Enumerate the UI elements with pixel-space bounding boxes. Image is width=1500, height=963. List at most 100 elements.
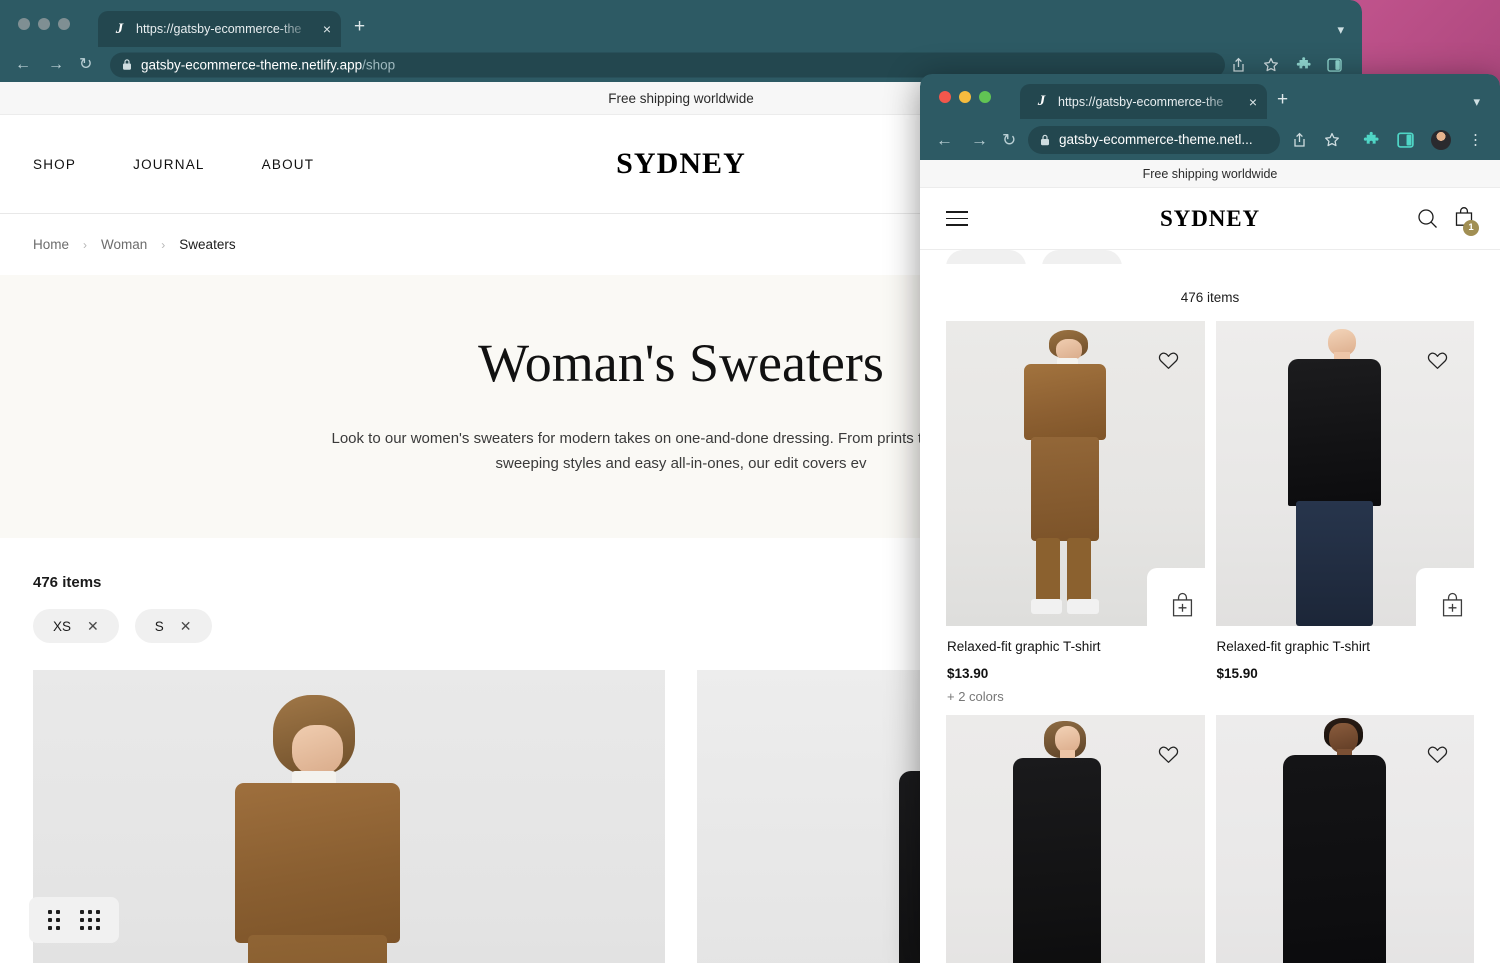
product-name[interactable]: Relaxed-fit graphic T-shirt [1217, 639, 1474, 654]
url-path: /shop [362, 57, 396, 72]
product-card[interactable]: Relaxed-fit graphic T-shirt $13.90 + 2 c… [946, 321, 1205, 704]
add-to-cart-button[interactable] [1416, 568, 1474, 626]
heart-icon[interactable] [1158, 745, 1179, 764]
reload-icon[interactable]: ↻ [79, 56, 92, 73]
close-window-button[interactable] [939, 90, 951, 103]
side-panel-icon[interactable] [1397, 131, 1414, 148]
lock-icon [123, 59, 131, 70]
star-icon[interactable] [1263, 57, 1279, 73]
product-card[interactable]: Relaxed-fit graphic T-shirt $15.90 [1215, 321, 1474, 704]
bag-plus-icon [1172, 592, 1193, 616]
heart-icon[interactable] [1158, 351, 1179, 370]
mobile-toolbar: ← → ↻ gatsby-ecommerce-theme.netl... ⋮ [920, 119, 1500, 160]
letter-j-favicon: J [1037, 93, 1046, 109]
filter-chip-label: XS [53, 618, 72, 634]
breadcrumb-item-woman[interactable]: Woman [101, 237, 147, 252]
heart-icon[interactable] [1427, 745, 1448, 764]
share-icon[interactable] [1292, 132, 1307, 148]
puzzle-icon[interactable] [1296, 56, 1312, 73]
search-icon[interactable] [1417, 208, 1438, 229]
product-image[interactable] [33, 670, 665, 963]
product-image[interactable] [946, 715, 1205, 963]
share-icon[interactable] [1231, 57, 1246, 73]
filter-chip-label: S [154, 618, 164, 634]
product-color-count: + 2 colors [947, 689, 1004, 704]
filter-pill[interactable] [1042, 250, 1122, 264]
hamburger-menu-icon[interactable] [946, 211, 968, 226]
breadcrumb-item-sweaters: Sweaters [179, 237, 236, 252]
nav-item-shop[interactable]: SHOP [33, 157, 76, 172]
site-logo[interactable]: SYDNEY [1160, 206, 1260, 232]
mobile-browser-window[interactable]: J https://gatsby-ecommerce-the × + ▾ ← →… [920, 74, 1500, 963]
address-bar-text: gatsby-ecommerce-theme.netlify.app/shop [141, 57, 1213, 72]
tab-title: https://gatsby-ecommerce-the [1058, 94, 1224, 109]
close-window-button[interactable] [18, 17, 30, 30]
puzzle-icon[interactable] [1363, 131, 1380, 148]
lock-icon [1041, 134, 1049, 145]
add-to-cart-button[interactable] [1146, 568, 1205, 626]
product-price: $13.90 [947, 666, 989, 681]
maximize-window-button[interactable] [58, 17, 70, 30]
forward-arrow-icon[interactable]: → [971, 131, 988, 148]
site-logo[interactable]: SYDNEY [616, 147, 746, 181]
product-card[interactable] [33, 670, 665, 963]
new-tab-button[interactable]: + [354, 17, 365, 36]
tab-title: https://gatsby-ecommerce-the [136, 22, 302, 36]
address-bar[interactable]: gatsby-ecommerce-theme.netl... [1028, 125, 1280, 154]
letter-j-favicon: J [115, 20, 124, 37]
grid-2-column-icon[interactable] [48, 910, 60, 930]
three-dot-menu-icon[interactable]: ⋮ [1468, 132, 1483, 147]
product-name[interactable]: Relaxed-fit graphic T-shirt [947, 639, 1204, 654]
url-host: gatsby-ecommerce-theme.netlify.app [141, 57, 363, 72]
close-tab-button[interactable]: × [1249, 95, 1257, 109]
mobile-product-grid: Relaxed-fit graphic T-shirt $13.90 + 2 c… [920, 321, 1500, 963]
nav-item-about[interactable]: ABOUT [262, 157, 315, 172]
star-icon[interactable] [1324, 132, 1340, 148]
filter-pill[interactable] [946, 250, 1026, 264]
close-tab-button[interactable]: × [323, 22, 331, 36]
address-bar-text: gatsby-ecommerce-theme.netl... [1059, 132, 1253, 147]
product-card[interactable] [946, 715, 1205, 963]
desktop-background: { "theme": { "chrome_bg": "#2d5a64", "ta… [0, 0, 1500, 963]
filter-chip-xs[interactable]: XS ✕ [33, 609, 119, 644]
side-panel-icon[interactable] [1327, 57, 1342, 72]
reload-icon[interactable]: ↻ [1002, 131, 1016, 148]
minimize-window-button[interactable] [959, 90, 971, 103]
cart-count-badge: 1 [1463, 219, 1479, 236]
desktop-tab-strip: J https://gatsby-ecommerce-the × + ▾ [0, 0, 1362, 47]
mobile-page-content: Free shipping worldwide SYDNEY 1 476 ite… [920, 160, 1500, 963]
mobile-scroll-area[interactable]: 476 items Relaxed-fit graphic T-shirt $1… [920, 250, 1500, 963]
grid-density-toggle[interactable] [29, 897, 119, 943]
product-price: $15.90 [1216, 666, 1258, 681]
results-count: 476 items [1180, 290, 1240, 305]
remove-filter-icon[interactable]: ✕ [180, 619, 192, 633]
new-tab-button[interactable]: + [1277, 90, 1288, 109]
forward-arrow-icon[interactable]: → [48, 56, 64, 73]
heart-icon[interactable] [1427, 351, 1448, 370]
product-card[interactable] [1215, 715, 1474, 963]
product-image[interactable] [1215, 321, 1474, 626]
filter-chip-s[interactable]: S ✕ [134, 609, 212, 644]
window-controls[interactable] [939, 90, 991, 103]
profile-avatar-icon[interactable] [1431, 129, 1451, 150]
maximize-window-button[interactable] [979, 90, 991, 103]
remove-filter-icon[interactable]: ✕ [87, 619, 99, 633]
header-actions: 1 [1417, 206, 1479, 236]
announcement-text: Free shipping worldwide [608, 91, 754, 106]
browser-tab[interactable]: J https://gatsby-ecommerce-the × [98, 11, 341, 47]
product-image[interactable] [946, 321, 1205, 626]
chevron-down-icon[interactable]: ▾ [1337, 22, 1344, 38]
product-image[interactable] [1215, 715, 1474, 963]
back-arrow-icon[interactable]: ← [936, 131, 953, 148]
bag-plus-icon [1442, 592, 1462, 616]
cart-button[interactable]: 1 [1454, 206, 1479, 236]
chevron-down-icon[interactable]: ▾ [1473, 94, 1480, 110]
announcement-bar: Free shipping worldwide [920, 160, 1500, 188]
minimize-window-button[interactable] [38, 17, 50, 30]
browser-tab[interactable]: J https://gatsby-ecommerce-the × [1020, 84, 1267, 119]
grid-3-column-icon[interactable] [80, 910, 100, 930]
window-controls[interactable] [18, 17, 70, 30]
breadcrumb-item-home[interactable]: Home [33, 237, 69, 252]
back-arrow-icon[interactable]: ← [15, 56, 31, 73]
nav-item-journal[interactable]: JOURNAL [133, 157, 205, 172]
